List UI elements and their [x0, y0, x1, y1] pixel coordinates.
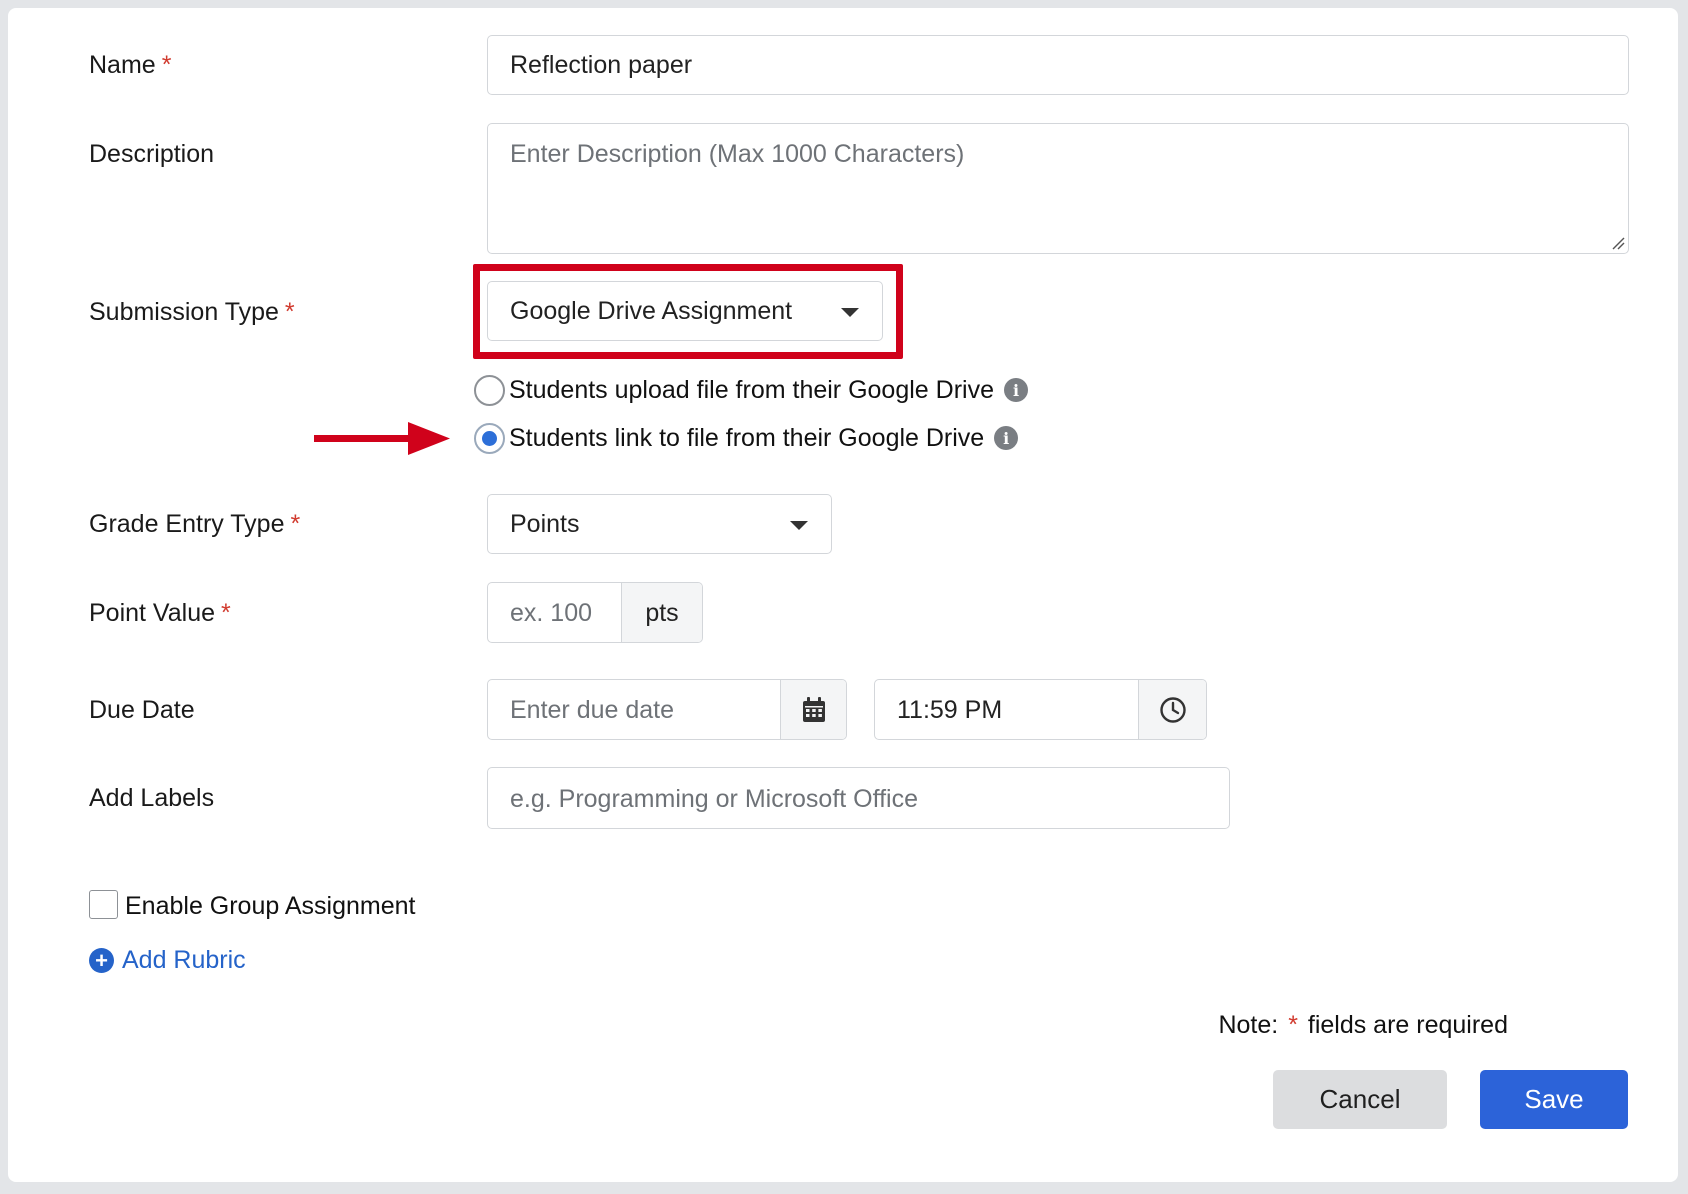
- clock-button[interactable]: [1138, 680, 1206, 739]
- required-mark: *: [221, 599, 231, 627]
- grade-entry-type-selected: Points: [510, 510, 580, 538]
- points-unit-label: pts: [645, 598, 679, 627]
- radio-link-label: Students link to file from their Google …: [509, 423, 985, 452]
- cancel-button[interactable]: Cancel: [1273, 1070, 1447, 1129]
- name-input-value: Reflection paper: [510, 51, 693, 79]
- info-icon[interactable]: i: [1003, 378, 1028, 402]
- radio-option-link[interactable]: Students link to file from their Google …: [474, 421, 1019, 455]
- due-time-value: 11:59 PM: [897, 696, 1003, 724]
- due-date-placeholder: Enter due date: [510, 696, 675, 724]
- calendar-icon: [802, 696, 825, 722]
- group-assignment-label: Enable Group Assignment: [125, 892, 416, 920]
- radio-option-upload[interactable]: Students upload file from their Google D…: [474, 373, 1028, 407]
- submission-type-label: Submission Type *: [89, 298, 295, 326]
- due-time-input[interactable]: 11:59 PM: [874, 679, 1207, 740]
- group-assignment-checkbox[interactable]: [89, 890, 118, 919]
- due-date-input[interactable]: Enter due date: [487, 679, 847, 740]
- add-labels-label: Add Labels: [89, 784, 215, 812]
- name-input[interactable]: Reflection paper: [487, 35, 1629, 95]
- labels-input[interactable]: e.g. Programming or Microsoft Office: [487, 767, 1230, 829]
- description-placeholder: Enter Description (Max 1000 Characters): [510, 140, 965, 168]
- plus-circle-icon: +: [89, 948, 114, 973]
- due-date-label: Due Date: [89, 696, 195, 724]
- required-mark: *: [290, 510, 301, 538]
- description-label: Description: [89, 140, 215, 168]
- required-fields-note: Note: * fields are required: [1218, 1011, 1508, 1039]
- point-value-label: Point Value *: [89, 599, 231, 627]
- required-mark: *: [1288, 1011, 1298, 1039]
- resize-grip-icon[interactable]: [1611, 236, 1625, 250]
- radio-upload-label: Students upload file from their Google D…: [509, 375, 994, 404]
- labels-placeholder: e.g. Programming or Microsoft Office: [510, 785, 919, 813]
- radio-link[interactable]: [474, 422, 505, 454]
- point-value-placeholder: ex. 100: [510, 599, 593, 627]
- calendar-button[interactable]: [780, 680, 846, 739]
- add-rubric-label: Add Rubric: [122, 946, 246, 974]
- add-rubric-link[interactable]: + Add Rubric: [89, 946, 246, 975]
- chevron-down-icon: [790, 521, 808, 530]
- radio-upload[interactable]: [474, 374, 505, 406]
- annotation-highlight-box: [473, 264, 903, 359]
- clock-icon: [1159, 696, 1186, 723]
- required-mark: *: [284, 298, 295, 326]
- info-icon[interactable]: i: [994, 426, 1019, 450]
- name-label: Name *: [89, 51, 172, 79]
- required-mark: *: [161, 51, 172, 79]
- arrow-right-icon: [314, 422, 450, 455]
- grade-entry-type-label: Grade Entry Type *: [89, 510, 301, 538]
- grade-entry-type-select[interactable]: Points: [487, 494, 832, 554]
- point-value-input[interactable]: ex. 100 pts: [487, 582, 703, 643]
- save-button[interactable]: Save: [1480, 1070, 1628, 1129]
- points-unit-addon: pts: [621, 583, 702, 642]
- description-textarea[interactable]: Enter Description (Max 1000 Characters): [487, 123, 1629, 254]
